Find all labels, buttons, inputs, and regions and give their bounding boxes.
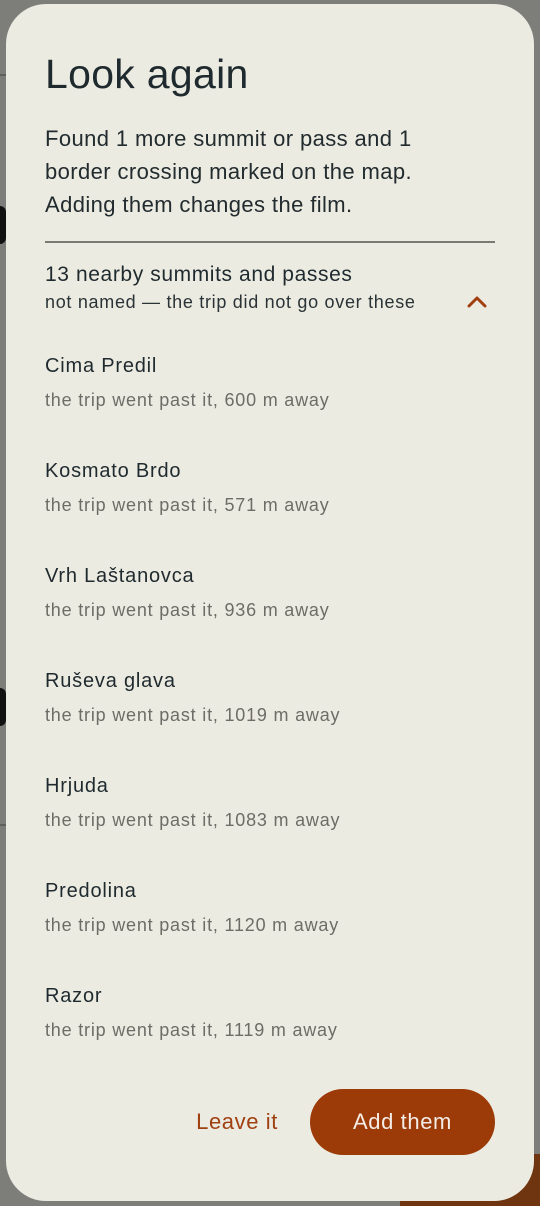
divider bbox=[45, 241, 495, 243]
look-again-dialog: Look again Found 1 more summit or pass a… bbox=[6, 4, 534, 1201]
summit-name: Hrjuda bbox=[45, 775, 109, 797]
summit-name: Ruševa glava bbox=[45, 670, 176, 692]
nearby-summits-toggle[interactable]: 13 nearby summits and passes not named —… bbox=[45, 261, 495, 315]
summit-distance: the trip went past it, 1083 m away bbox=[45, 810, 341, 830]
dialog-message: Found 1 more summit or pass and 1 border… bbox=[45, 126, 412, 217]
nearby-summits-list: Cima Predil the trip went past it, 600 m … bbox=[45, 339, 495, 1074]
dialog-title: Look again bbox=[45, 51, 249, 97]
dialog-actions: Leave it Add them bbox=[6, 1089, 534, 1155]
list-item: Hrjuda the trip went past it, 1083 m away bbox=[45, 759, 495, 864]
summit-distance: the trip went past it, 571 m away bbox=[45, 495, 330, 515]
summit-distance: the trip went past it, 936 m away bbox=[45, 600, 330, 620]
summit-distance: the trip went past it, 1119 m away bbox=[45, 1020, 338, 1040]
summit-name: Razor bbox=[45, 985, 103, 1007]
list-item: Razor the trip went past it, 1119 m away bbox=[45, 969, 495, 1074]
list-item: Cima Predil the trip went past it, 600 m … bbox=[45, 339, 495, 444]
summit-name: Vrh Laštanovca bbox=[45, 565, 195, 587]
summit-distance: the trip went past it, 1120 m away bbox=[45, 915, 340, 935]
list-item: Predolina the trip went past it, 1120 m a… bbox=[45, 864, 495, 969]
section-subtitle: not named — the trip did not go over the… bbox=[45, 292, 416, 312]
summit-name: Cima Predil bbox=[45, 355, 158, 377]
list-item: Ruševa glava the trip went past it, 1019 … bbox=[45, 654, 495, 759]
summit-distance: the trip went past it, 1019 m away bbox=[45, 705, 341, 725]
section-title: 13 nearby summits and passes bbox=[45, 263, 353, 286]
summit-name: Kosmato Brdo bbox=[45, 460, 182, 482]
leave-it-button[interactable]: Leave it bbox=[180, 1089, 294, 1155]
summit-distance: the trip went past it, 600 m away bbox=[45, 390, 330, 410]
add-them-button[interactable]: Add them bbox=[310, 1089, 495, 1155]
list-item: Vrh Laštanovca the trip went past it, 936… bbox=[45, 549, 495, 654]
chevron-up-icon[interactable] bbox=[465, 289, 489, 313]
summit-name: Predolina bbox=[45, 880, 137, 902]
list-item: Kosmato Brdo the trip went past it, 571 m… bbox=[45, 444, 495, 549]
